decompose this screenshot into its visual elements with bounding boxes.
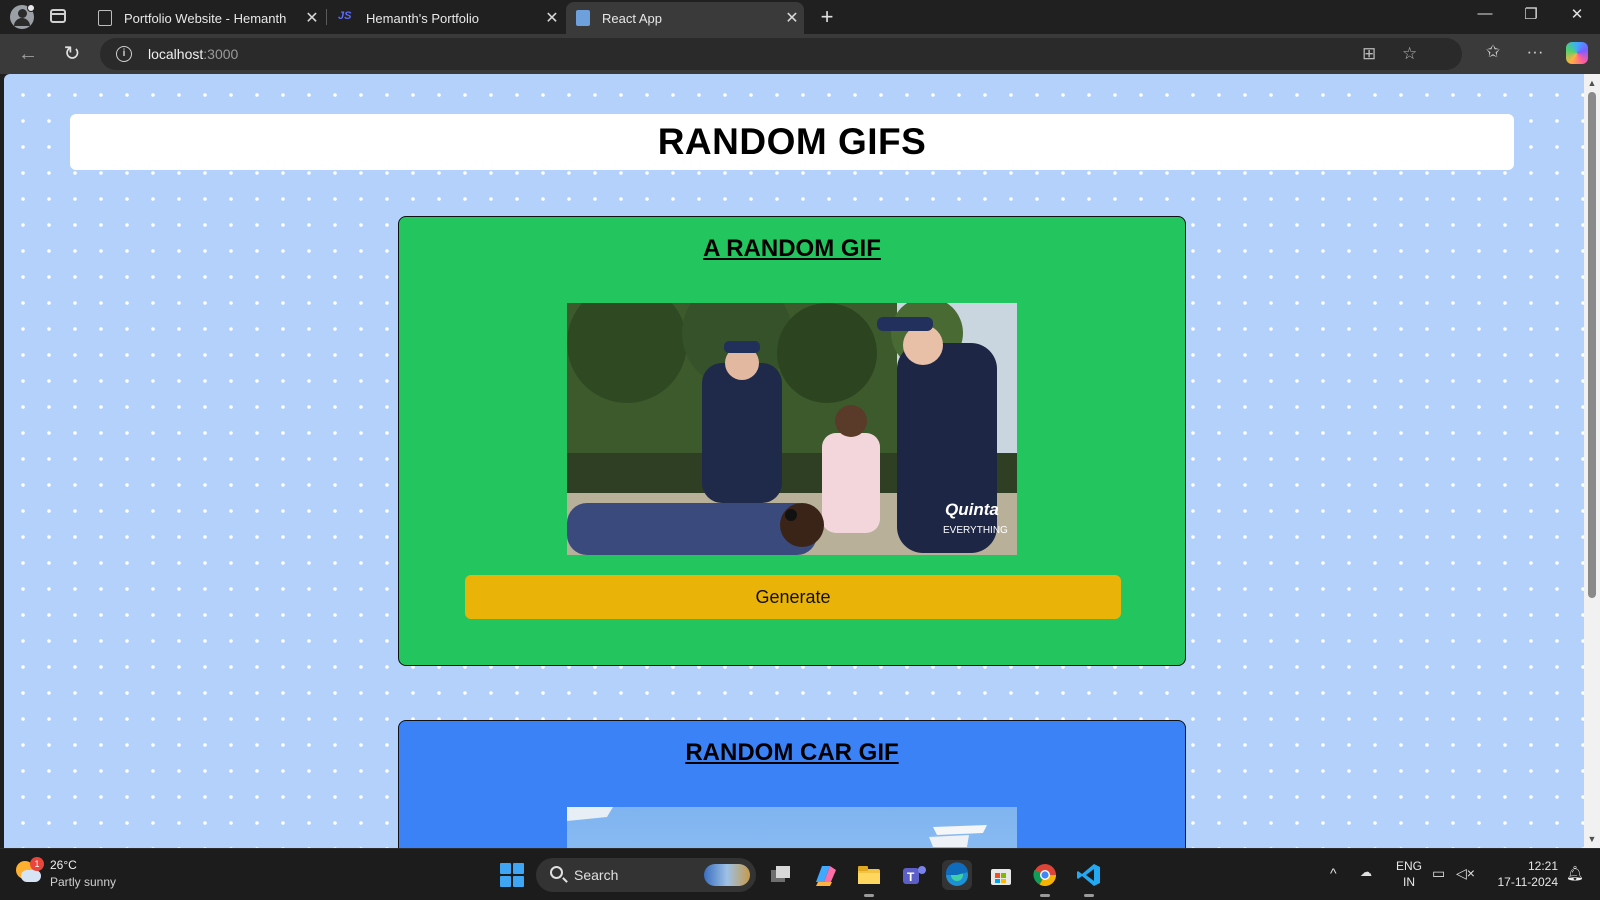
onedrive-icon[interactable]: ☁ <box>1360 865 1372 879</box>
scroll-down-icon[interactable]: ▼ <box>1584 834 1600 844</box>
weather-badge: 1 <box>30 857 44 871</box>
browser-toolbar: ← ↻ i localhost:3000 ⊞ ☆ ✩ ··· <box>0 34 1600 74</box>
svg-text:T: T <box>907 870 915 884</box>
edge-icon[interactable] <box>942 860 972 890</box>
generate-button[interactable]: Generate <box>465 575 1121 619</box>
task-view-icon[interactable] <box>766 860 796 890</box>
favorites-icon[interactable]: ✩ <box>1480 42 1506 62</box>
card-heading: A RANDOM GIF <box>703 235 881 262</box>
page-viewport: RANDOM GIFS A RANDOM GIF Quinta EVERYTHI… <box>4 74 1584 848</box>
back-icon[interactable]: ← <box>14 42 42 66</box>
microsoft-store-icon[interactable] <box>986 860 1016 890</box>
network-icon[interactable]: ▭ <box>1432 865 1445 882</box>
tab-title: Hemanth's Portfolio <box>366 10 480 26</box>
document-icon <box>98 10 112 26</box>
profile-avatar[interactable] <box>10 4 35 29</box>
taskbar-search[interactable]: Search <box>536 858 756 892</box>
tab-react-app[interactable]: React App ✕ <box>566 2 804 34</box>
minimize-icon[interactable]: — <box>1462 5 1508 22</box>
page-header: RANDOM GIFS <box>70 114 1514 170</box>
restore-icon[interactable]: ❐ <box>1508 5 1554 23</box>
info-icon[interactable]: i <box>116 46 132 62</box>
gif-watermark: Quinta <box>945 500 999 519</box>
tab-actions-icon[interactable] <box>50 9 66 23</box>
random-car-gif-card: RANDOM CAR GIF <box>398 720 1186 848</box>
url-text[interactable]: localhost:3000 <box>148 46 238 62</box>
start-button[interactable] <box>500 863 524 887</box>
car-gif-image <box>567 807 1017 848</box>
tab-separator <box>326 9 327 25</box>
more-options-icon[interactable]: ··· <box>1522 42 1548 62</box>
tab-hemanths-portfolio[interactable]: JS Hemanth's Portfolio ✕ <box>328 2 564 34</box>
new-tab-button[interactable]: + <box>815 4 839 30</box>
close-tab-icon[interactable]: ✕ <box>540 8 564 28</box>
tab-title: React App <box>602 10 662 26</box>
copilot-app-icon[interactable] <box>810 860 840 890</box>
gif-watermark-sub: EVERYTHING <box>943 525 1008 536</box>
weather-condition[interactable]: Partly sunny <box>50 875 116 889</box>
page-scrollbar[interactable]: ▲ ▼ <box>1584 74 1600 848</box>
address-bar[interactable]: i localhost:3000 ⊞ ☆ <box>100 38 1462 70</box>
volume-muted-icon[interactable]: ◁× <box>1456 865 1475 882</box>
search-label: Search <box>574 867 619 883</box>
js-icon: JS <box>338 10 352 22</box>
refresh-icon[interactable]: ↻ <box>58 42 86 66</box>
app-available-icon[interactable]: ⊞ <box>1362 44 1376 64</box>
random-gif-image: Quinta EVERYTHING <box>567 303 1017 555</box>
tab-strip: Portfolio Website - Hemanth ✕ JS Hemanth… <box>0 0 1600 34</box>
favorite-star-icon[interactable]: ☆ <box>1402 44 1417 64</box>
chrome-icon[interactable] <box>1030 860 1060 897</box>
file-explorer-icon[interactable] <box>854 860 884 897</box>
close-window-icon[interactable]: ✕ <box>1554 5 1600 23</box>
close-tab-icon[interactable]: ✕ <box>300 8 324 28</box>
close-tab-icon[interactable]: ✕ <box>780 8 804 28</box>
tab-title: Portfolio Website - Hemanth <box>124 10 287 26</box>
input-language[interactable]: ENG IN <box>1396 858 1422 890</box>
weather-temperature[interactable]: 26°C <box>50 858 77 872</box>
tab-portfolio-website[interactable]: Portfolio Website - Hemanth ✕ <box>88 2 324 34</box>
show-hidden-icons[interactable]: ^ <box>1330 865 1337 881</box>
scrollbar-thumb[interactable] <box>1588 92 1596 598</box>
random-gif-card: A RANDOM GIF Quinta EVERYTHING Generate <box>398 216 1186 666</box>
card-heading: RANDOM CAR GIF <box>685 739 899 766</box>
windows-taskbar: 1 26°C Partly sunny Search T ^ ☁ ENG IN ▭… <box>0 848 1600 900</box>
teams-icon[interactable]: T <box>898 860 928 890</box>
search-highlight-image <box>704 864 750 886</box>
vscode-icon[interactable] <box>1074 860 1104 897</box>
copilot-icon[interactable] <box>1566 42 1588 64</box>
search-icon <box>550 866 563 879</box>
react-doc-icon <box>576 10 590 26</box>
notification-bell-icon[interactable]: 🔔︎ <box>1566 865 1584 882</box>
scroll-up-icon[interactable]: ▲ <box>1584 78 1600 88</box>
page-title: RANDOM GIFS <box>657 121 927 162</box>
clock[interactable]: 12:21 17-11-2024 <box>1490 858 1559 890</box>
weather-icon[interactable]: 1 <box>16 857 44 887</box>
